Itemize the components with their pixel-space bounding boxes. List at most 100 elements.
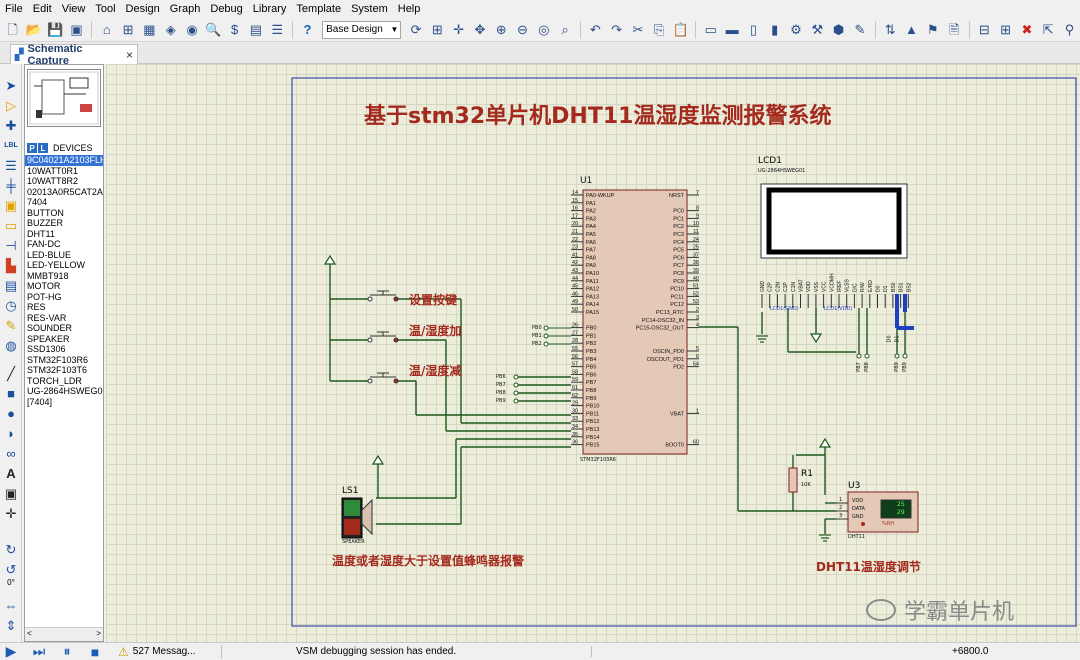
- save-icon[interactable]: 💾: [46, 20, 65, 40]
- menu-file[interactable]: File: [0, 0, 28, 18]
- device-list-item[interactable]: STM32F103R6: [25, 355, 103, 366]
- device-list-item[interactable]: LED-YELLOW: [25, 260, 103, 271]
- component-mode-icon[interactable]: ▷: [2, 96, 20, 114]
- zoom-area-icon[interactable]: ⌕: [555, 20, 574, 40]
- messages-indicator[interactable]: ⚠ 527 Messag...: [118, 644, 222, 659]
- voltage-probe-icon[interactable]: ✎: [2, 316, 20, 334]
- terminals-icon[interactable]: ▭: [2, 216, 20, 234]
- project-notes-icon[interactable]: ☰: [268, 20, 287, 40]
- block-rotate-icon[interactable]: ▯: [744, 20, 763, 40]
- schematic-icon[interactable]: ⊞: [118, 20, 137, 40]
- gerber-icon[interactable]: ◉: [182, 20, 201, 40]
- bom-icon[interactable]: $: [225, 20, 244, 40]
- device-list-item[interactable]: RES: [25, 302, 103, 313]
- device-list-item[interactable]: MOTOR: [25, 281, 103, 292]
- new-file-icon[interactable]: 🗋: [3, 20, 22, 40]
- schematic-canvas[interactable]: 14 PA0-WKUP 15 PA1 16 PA2 17 PA3 20 PA4 21 PA5 22 PA6…: [106, 64, 1080, 642]
- virtual-instruments-icon[interactable]: ◍: [2, 336, 20, 354]
- device-list-item[interactable]: POT-HG: [25, 292, 103, 303]
- origin-icon[interactable]: ✛: [449, 20, 468, 40]
- device-list-item[interactable]: 10WATT8R2: [25, 176, 103, 187]
- home-icon[interactable]: ⌂: [97, 20, 116, 40]
- stop-icon[interactable]: ■: [84, 644, 106, 660]
- device-list-item[interactable]: SPEAKER: [25, 334, 103, 345]
- mirror-x-icon[interactable]: ⇔: [2, 596, 20, 614]
- zoom-all-icon[interactable]: ◎: [534, 20, 553, 40]
- paste-icon[interactable]: 📋: [671, 20, 690, 40]
- device-list-item[interactable]: BUZZER: [25, 218, 103, 229]
- netlist-icon[interactable]: ⊟: [975, 20, 994, 40]
- subcircuit-icon[interactable]: ▣: [2, 196, 20, 214]
- menu-view[interactable]: View: [57, 0, 91, 18]
- pick-device-icon[interactable]: ⚙: [786, 20, 805, 40]
- marker-icon[interactable]: ✛: [2, 504, 20, 522]
- chevron-right-icon[interactable]: >: [96, 629, 101, 638]
- line-icon[interactable]: ╱: [2, 364, 20, 382]
- design-variant-select[interactable]: Base Design ▼: [322, 20, 402, 39]
- path-icon[interactable]: ∞: [2, 444, 20, 462]
- exit-parent-icon[interactable]: ⇱: [1039, 20, 1058, 40]
- redo-icon[interactable]: ↷: [607, 20, 626, 40]
- device-list-item[interactable]: BUTTON: [25, 208, 103, 219]
- circle-icon[interactable]: ●: [2, 404, 20, 422]
- close-project-icon[interactable]: ▣: [67, 20, 86, 40]
- menu-design[interactable]: Design: [121, 0, 165, 18]
- block-move-icon[interactable]: ▬: [722, 20, 741, 40]
- selection-mode-icon[interactable]: ➤: [2, 76, 20, 94]
- menu-help[interactable]: Help: [393, 0, 426, 18]
- undo-icon[interactable]: ↶: [586, 20, 605, 40]
- arc-icon[interactable]: ◗: [2, 424, 20, 442]
- device-list-item[interactable]: MMBT918: [25, 271, 103, 282]
- source-code-icon[interactable]: ▤: [246, 20, 265, 40]
- device-list-scrollbar[interactable]: < >: [25, 627, 103, 641]
- packaging-tool-icon[interactable]: ⬢: [829, 20, 848, 40]
- library-manager-button[interactable]: L: [38, 143, 48, 153]
- help-icon[interactable]: ?: [298, 20, 317, 40]
- menu-edit[interactable]: Edit: [28, 0, 57, 18]
- menu-tool[interactable]: Tool: [90, 0, 120, 18]
- graph-icon[interactable]: ▙: [2, 256, 20, 274]
- box-icon[interactable]: ■: [2, 384, 20, 402]
- add-sheet-icon[interactable]: ⊞: [996, 20, 1015, 40]
- text-icon[interactable]: A: [2, 464, 20, 482]
- cut-icon[interactable]: ✂: [628, 20, 647, 40]
- device-list-item[interactable]: UG-2864HSWEG01: [25, 386, 103, 397]
- electrical-rule-check-icon[interactable]: ⚲: [1060, 20, 1079, 40]
- pause-icon[interactable]: ⏸: [56, 643, 78, 660]
- wire-label-icon[interactable]: LBL: [2, 136, 20, 154]
- device-list-item[interactable]: LED-BLUE: [25, 250, 103, 261]
- junction-dot-icon[interactable]: ✚: [2, 116, 20, 134]
- zoom-out-icon[interactable]: ⊖: [513, 20, 532, 40]
- device-list-item[interactable]: [7404]: [25, 397, 103, 408]
- 3d-icon[interactable]: ◈: [161, 20, 180, 40]
- device-list-item[interactable]: SSD1306: [25, 344, 103, 355]
- device-list-item[interactable]: 9C04021A2103FLH: [25, 155, 103, 166]
- device-list-item[interactable]: TORCH_LDR: [25, 376, 103, 387]
- device-list-item[interactable]: STM32F103T6: [25, 365, 103, 376]
- open-folder-icon[interactable]: 📂: [24, 20, 43, 40]
- symbol-icon[interactable]: ▣: [2, 484, 20, 502]
- text-script-icon[interactable]: ☰: [2, 156, 20, 174]
- device-list-item[interactable]: 7404: [25, 197, 103, 208]
- tab-schematic-capture[interactable]: ▞ Schematic Capture ×: [10, 43, 138, 67]
- search-tag-icon[interactable]: ▲: [902, 20, 921, 40]
- play-icon[interactable]: ▶: [0, 643, 22, 660]
- mirror-y-icon[interactable]: ⇕: [2, 616, 20, 634]
- zoom-in-icon[interactable]: ⊕: [492, 20, 511, 40]
- make-device-icon[interactable]: ⚒: [808, 20, 827, 40]
- bus-icon[interactable]: ╪: [2, 176, 20, 194]
- pcb-icon[interactable]: ▦: [140, 20, 159, 40]
- menu-template[interactable]: Template: [291, 0, 346, 18]
- wire-autorouter-icon[interactable]: ⇅: [881, 20, 900, 40]
- menu-graph[interactable]: Graph: [165, 0, 206, 18]
- device-pins-icon[interactable]: ⊣: [2, 236, 20, 254]
- grid-icon[interactable]: ⊞: [428, 20, 447, 40]
- overview-preview[interactable]: [27, 69, 101, 127]
- delete-sheet-icon[interactable]: ✖: [1017, 20, 1036, 40]
- refresh-icon[interactable]: ⟳: [406, 20, 425, 40]
- device-list-item[interactable]: 10WATT0R1: [25, 166, 103, 177]
- decompose-icon[interactable]: ✎: [850, 20, 869, 40]
- block-delete-icon[interactable]: ▮: [765, 20, 784, 40]
- device-list-item[interactable]: FAN-DC: [25, 239, 103, 250]
- design-explorer-icon[interactable]: 🔍: [204, 20, 223, 40]
